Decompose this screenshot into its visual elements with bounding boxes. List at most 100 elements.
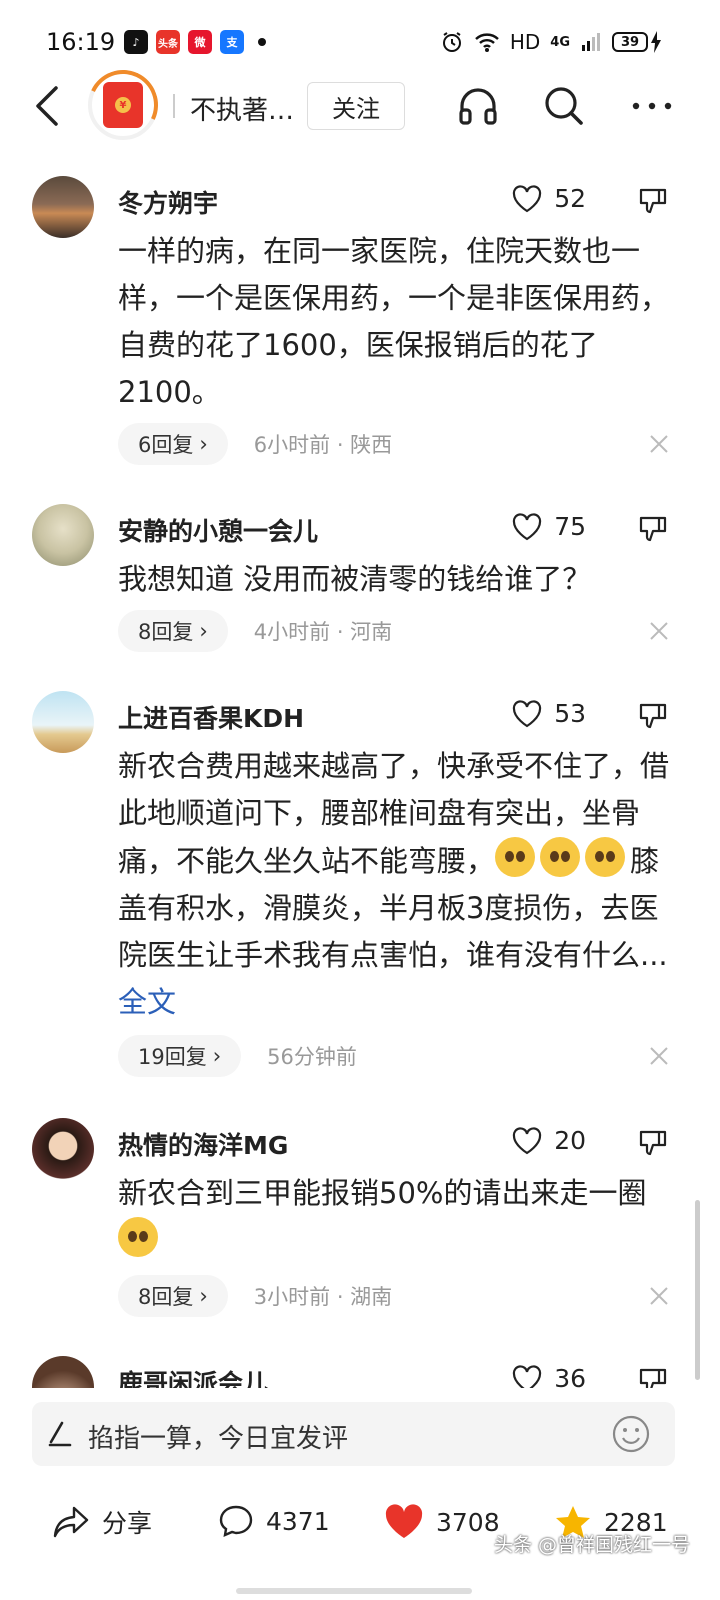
- comment-time: 4小时前 · 河南: [253, 620, 393, 644]
- likes-count: 3708: [436, 1507, 500, 1537]
- comment-username[interactable]: 鹿哥闲派会儿: [118, 1364, 268, 1388]
- like-button[interactable]: 36: [512, 1364, 586, 1388]
- replies-count: 8回复: [138, 1285, 194, 1309]
- dislike-icon[interactable]: [638, 1128, 668, 1158]
- watermark: 头条 @曾祥国残红一号: [493, 1534, 690, 1556]
- like-count: 20: [554, 1126, 586, 1155]
- close-icon[interactable]: [648, 1045, 670, 1067]
- red-packet-icon: ¥: [103, 82, 143, 128]
- replies-button[interactable]: 19回复 ›: [118, 1035, 242, 1077]
- heart-filled-icon: [385, 1504, 423, 1538]
- like-count: 52: [554, 184, 586, 213]
- like-button[interactable]: 75: [512, 512, 586, 541]
- like-button[interactable]: 53: [512, 699, 586, 728]
- comment-meta: 6回复 › 6小时前 · 陕西: [118, 423, 392, 465]
- dislike-icon[interactable]: [638, 1366, 668, 1388]
- close-icon[interactable]: [648, 433, 670, 455]
- pleading-face-emoji-icon: [585, 837, 626, 877]
- dislike-icon[interactable]: [638, 514, 668, 544]
- network-type: HD: [509, 30, 541, 54]
- more-options-icon[interactable]: [630, 84, 674, 128]
- comment-text: 我想知道 没用而被清零的钱给谁了？: [118, 562, 592, 596]
- status-indicators: HD 4G 39: [440, 30, 662, 54]
- article-header: ¥ 不执著… 关注: [0, 70, 720, 142]
- replies-button[interactable]: 6回复 ›: [118, 423, 228, 465]
- author-name[interactable]: 不执著…: [190, 90, 294, 127]
- back-arrow-icon[interactable]: [30, 84, 70, 128]
- share-icon: [53, 1506, 89, 1538]
- like-count: 75: [554, 512, 586, 541]
- search-icon[interactable]: [542, 84, 586, 128]
- avatar[interactable]: [32, 504, 94, 566]
- replies-count: 19回复: [138, 1045, 207, 1069]
- comment-input[interactable]: 掐指一算，今日宜发评: [32, 1402, 675, 1466]
- avatar[interactable]: [32, 1118, 94, 1180]
- comment-meta: 8回复 › 3小时前 · 湖南: [118, 1275, 392, 1317]
- alarm-icon: [442, 32, 461, 52]
- signal-icon: [582, 33, 600, 51]
- charging-icon: [651, 31, 661, 53]
- comment-username[interactable]: 安静的小憩一会儿: [118, 512, 318, 548]
- like-button[interactable]: 52: [512, 184, 586, 213]
- pleading-face-emoji-icon: [495, 837, 536, 877]
- avatar[interactable]: [32, 1356, 94, 1388]
- chevron-right-icon: ›: [212, 1044, 222, 1068]
- comment-time: 56分钟前: [267, 1045, 357, 1069]
- signal-type: 4G: [550, 34, 570, 50]
- close-icon[interactable]: [648, 620, 670, 642]
- comment-bubble-icon: [219, 1505, 253, 1537]
- like-button[interactable]: 20: [512, 1126, 586, 1155]
- share-label: 分享: [102, 1509, 153, 1538]
- comments-button[interactable]: 4371: [218, 1504, 330, 1538]
- comment-time: 3小时前 · 湖南: [253, 1285, 393, 1309]
- weibo-icon: 微: [188, 30, 212, 54]
- chevron-right-icon: ›: [199, 432, 208, 456]
- alipay-icon: 支: [220, 30, 244, 54]
- emoji-icon[interactable]: [611, 1414, 651, 1454]
- heart-icon: [513, 1126, 542, 1154]
- heart-icon: [513, 512, 542, 540]
- comment-input-placeholder: 掐指一算，今日宜发评: [88, 1424, 349, 1454]
- pleading-face-emoji-icon: [540, 837, 581, 877]
- notification-dot: [258, 38, 266, 46]
- heart-icon: [513, 1364, 542, 1388]
- author-avatar[interactable]: ¥: [88, 70, 158, 140]
- scrollbar[interactable]: [695, 1200, 700, 1380]
- heart-icon: [513, 699, 542, 727]
- like-count: 53: [554, 699, 586, 728]
- toutiao-icon: 头条: [156, 30, 180, 54]
- pen-icon: [48, 1421, 72, 1447]
- follow-button[interactable]: 关注: [307, 82, 405, 130]
- like-count: 36: [554, 1364, 586, 1388]
- close-icon[interactable]: [648, 1285, 670, 1307]
- status-app-icons: ♪ 头条 微 支: [124, 30, 266, 54]
- grinning-face-emoji-icon: [118, 1217, 158, 1257]
- replies-count: 6回复: [138, 433, 194, 457]
- comments-count: 4371: [266, 1506, 330, 1536]
- comment-text-part: 新农合到三甲能报销50%的请出来走一圈: [118, 1176, 647, 1210]
- comment-username[interactable]: 冬方朔宇: [118, 184, 218, 220]
- headphones-icon[interactable]: [456, 84, 500, 128]
- read-more-link[interactable]: 全文: [118, 985, 176, 1019]
- replies-button[interactable]: 8回复 ›: [118, 610, 228, 652]
- comment-text: 新农合到三甲能报销50%的请出来走一圈: [118, 1170, 678, 1265]
- comment-username[interactable]: 热情的海洋MG: [118, 1126, 288, 1162]
- comment-text: 新农合费用越来越高了，快承受不住了，借此地顺道问下，腰部椎间盘有突出，坐骨痛，不…: [118, 743, 678, 1026]
- replies-count: 8回复: [138, 620, 194, 644]
- comment-username[interactable]: 上进百香果KDH: [118, 699, 304, 735]
- share-button[interactable]: 分享: [52, 1504, 152, 1540]
- comment-text: 一样的病，在同一家医院，住院天数也一样，一个是医保用药，一个是非医保用药，自费的…: [118, 234, 670, 409]
- wifi-icon: [475, 33, 499, 52]
- dislike-icon[interactable]: [638, 186, 668, 216]
- avatar[interactable]: [32, 691, 94, 753]
- tiktok-icon: ♪: [124, 30, 148, 54]
- status-time: 16:19: [46, 28, 116, 56]
- comment-meta: 8回复 › 4小时前 · 河南: [118, 610, 392, 652]
- dislike-icon[interactable]: [638, 701, 668, 731]
- replies-button[interactable]: 8回复 ›: [118, 1275, 228, 1317]
- battery-indicator: 39: [612, 32, 648, 52]
- like-article-button[interactable]: 3708: [384, 1504, 500, 1540]
- home-indicator[interactable]: [236, 1588, 472, 1594]
- chevron-right-icon: ›: [199, 1284, 208, 1308]
- avatar[interactable]: [32, 176, 94, 238]
